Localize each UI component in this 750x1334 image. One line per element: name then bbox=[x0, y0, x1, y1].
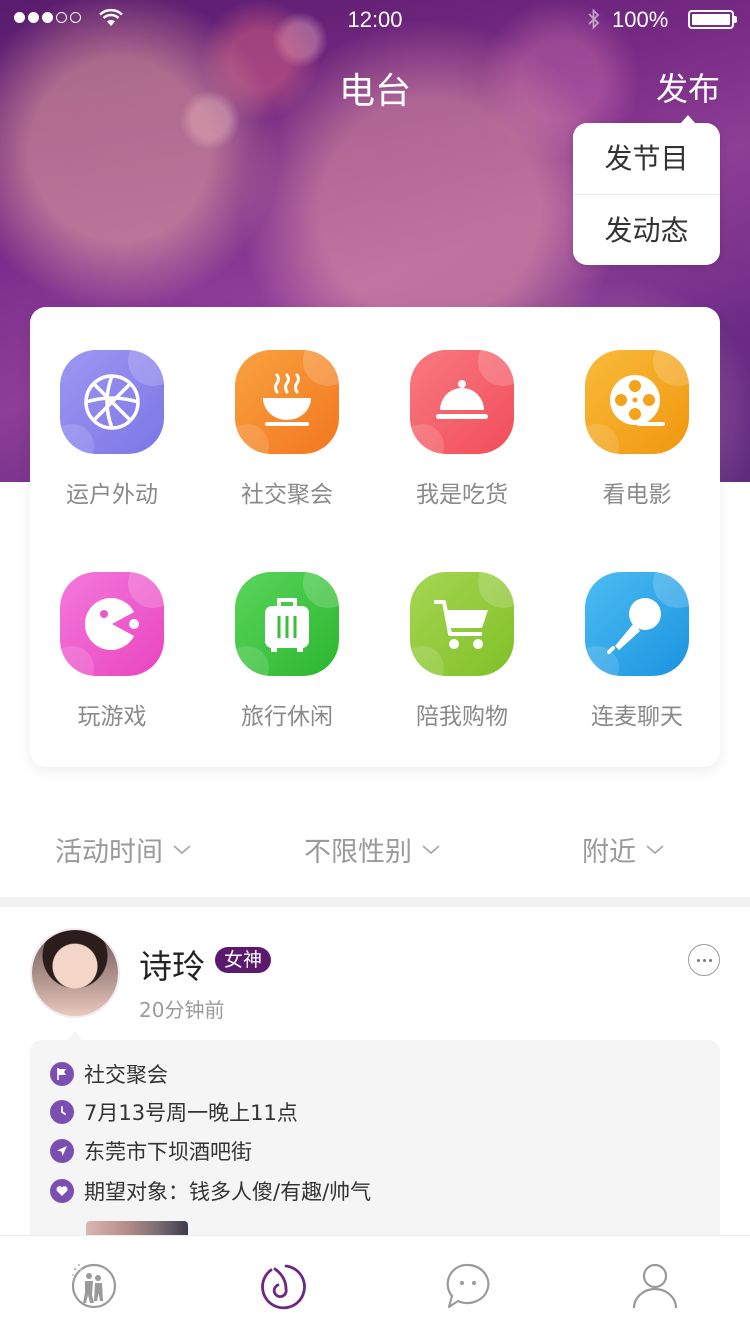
category-label: 社交聚会 bbox=[241, 482, 333, 508]
filter-label: 附近 bbox=[582, 837, 636, 868]
location-arrow-icon bbox=[50, 1139, 74, 1163]
post-user-name[interactable]: 诗玲 bbox=[139, 940, 205, 988]
filter-label: 活动时间 bbox=[55, 837, 163, 868]
chat-icon bbox=[446, 1263, 489, 1308]
microphone-icon bbox=[585, 572, 689, 676]
luggage-icon bbox=[235, 572, 339, 676]
tab-radio[interactable] bbox=[187, 1236, 374, 1334]
category-label: 看电影 bbox=[602, 482, 672, 508]
chevron-down-icon bbox=[646, 844, 664, 854]
clock-icon bbox=[50, 1100, 74, 1124]
chevron-down-icon bbox=[422, 844, 440, 854]
chevron-down-icon bbox=[173, 844, 191, 854]
more-options-button[interactable] bbox=[688, 944, 720, 976]
battery-icon bbox=[688, 10, 737, 29]
category-voice-chat[interactable]: 连麦聊天 bbox=[562, 572, 712, 742]
steaming-bowl-icon bbox=[235, 350, 339, 454]
category-movies[interactable]: 看电影 bbox=[562, 350, 712, 520]
detail-time-row: 7月13号周一晚上11点 bbox=[50, 1098, 298, 1126]
filter-bar: 活动时间 不限性别 附近 bbox=[0, 820, 750, 880]
publish-menu: 发节目 发动态 bbox=[573, 115, 720, 265]
bluetooth-icon bbox=[588, 8, 600, 30]
filter-label: 不限性别 bbox=[304, 837, 412, 868]
category-label: 陪我购物 bbox=[416, 704, 508, 730]
home-couple-icon bbox=[71, 1263, 116, 1308]
detail-expectation-row: 期望对象：钱多人傻/有趣/帅气 bbox=[50, 1177, 371, 1205]
heart-icon bbox=[50, 1179, 74, 1203]
filter-activity-time[interactable]: 活动时间 bbox=[55, 830, 191, 869]
tab-home[interactable] bbox=[0, 1236, 187, 1334]
page-title: 电台 bbox=[338, 71, 411, 112]
category-label: 运户外动 bbox=[66, 482, 158, 508]
tab-bar bbox=[0, 1235, 750, 1334]
shopping-cart-icon bbox=[410, 572, 514, 676]
avatar[interactable] bbox=[30, 928, 120, 1018]
filter-nearby[interactable]: 附近 bbox=[582, 830, 664, 869]
category-social-party[interactable]: 社交聚会 bbox=[212, 350, 362, 520]
category-foodie[interactable]: 我是吃货 bbox=[387, 350, 537, 520]
profile-icon bbox=[632, 1263, 677, 1308]
post-time: 20分钟前 bbox=[139, 998, 225, 1022]
film-reel-icon bbox=[585, 350, 689, 454]
food-cloche-icon bbox=[410, 350, 514, 454]
category-games[interactable]: 玩游戏 bbox=[37, 572, 187, 742]
tab-messages[interactable] bbox=[374, 1236, 561, 1334]
detail-category-row: 社交聚会 bbox=[50, 1060, 168, 1088]
pacman-icon bbox=[60, 572, 164, 676]
flag-icon bbox=[50, 1062, 74, 1086]
tab-profile[interactable] bbox=[561, 1236, 748, 1334]
detail-text: 7月13号周一晚上11点 bbox=[84, 1101, 298, 1125]
category-shopping[interactable]: 陪我购物 bbox=[387, 572, 537, 742]
status-bar: 12:00 100% bbox=[0, 0, 750, 40]
publish-program-item[interactable]: 发节目 bbox=[573, 123, 720, 194]
category-label: 旅行休闲 bbox=[241, 704, 333, 730]
publish-moment-item[interactable]: 发动态 bbox=[573, 194, 720, 265]
publish-button[interactable]: 发布 bbox=[656, 64, 720, 110]
detail-location-row: 东莞市下坝酒吧街 bbox=[50, 1137, 252, 1165]
detail-text: 期望对象：钱多人傻/有趣/帅气 bbox=[84, 1180, 372, 1204]
category-travel[interactable]: 旅行休闲 bbox=[212, 572, 362, 742]
detail-text: 东莞市下坝酒吧街 bbox=[84, 1140, 252, 1164]
category-label: 连麦聊天 bbox=[591, 704, 683, 730]
detail-text: 社交聚会 bbox=[84, 1063, 168, 1087]
section-divider bbox=[0, 897, 750, 907]
radio-icon bbox=[260, 1264, 306, 1309]
category-label: 玩游戏 bbox=[77, 704, 147, 730]
basketball-icon bbox=[60, 350, 164, 454]
filter-gender[interactable]: 不限性别 bbox=[304, 830, 440, 869]
category-card: 运户外动 社交聚会 我是吃货 看电影 玩游戏 旅行休闲 陪我购物 连麦聊天 bbox=[30, 307, 720, 767]
goddess-badge: 女神 bbox=[215, 947, 272, 973]
category-label: 我是吃货 bbox=[416, 482, 508, 508]
battery-percentage: 100% bbox=[612, 7, 669, 32]
category-outdoor-sports[interactable]: 运户外动 bbox=[37, 350, 187, 520]
post-detail-box[interactable]: 社交聚会 7月13号周一晚上11点 东莞市下坝酒吧街 期望对象：钱多人傻/有趣/… bbox=[30, 1040, 720, 1261]
